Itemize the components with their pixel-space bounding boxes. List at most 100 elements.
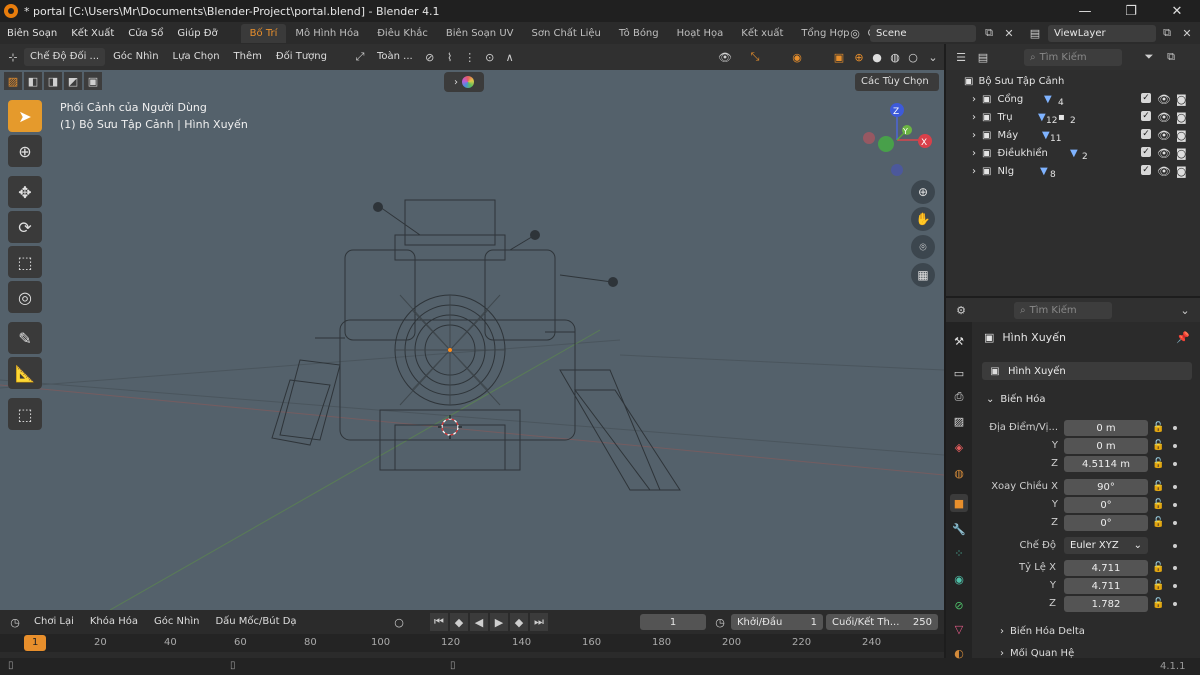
scene-icon[interactable]: ◎ bbox=[846, 24, 864, 42]
new-viewlayer-icon[interactable]: ⧉ bbox=[1158, 24, 1176, 42]
tab-animation[interactable]: Hoạt Họa bbox=[668, 24, 733, 43]
clock-icon[interactable]: ◷ bbox=[711, 613, 729, 631]
transform-tool-button[interactable]: ◎ bbox=[8, 281, 42, 313]
camera-icon[interactable]: ◙ bbox=[1176, 91, 1187, 109]
exclude-checkbox[interactable]: ✓ bbox=[1141, 111, 1151, 121]
view-layer-tab-icon[interactable]: ▨ bbox=[950, 412, 968, 430]
add-cube-tool-button[interactable]: ⬚ bbox=[8, 398, 42, 430]
gizmo-neg-z-axis[interactable] bbox=[891, 164, 903, 176]
move-tool-button[interactable]: ✥ bbox=[8, 176, 42, 208]
minimize-button[interactable]: — bbox=[1062, 0, 1108, 22]
delta-transform-panel-header[interactable]: › Biến Hóa Delta bbox=[1000, 626, 1085, 637]
tab-uv-editing[interactable]: Biên Soạn UV bbox=[437, 24, 523, 43]
world-tab-icon[interactable]: ◍ bbox=[950, 464, 968, 482]
menu-render[interactable]: Kết Xuất bbox=[64, 28, 121, 39]
camera-view-button[interactable]: ⌾ bbox=[911, 235, 935, 259]
menu-select[interactable]: Lựa Chọn bbox=[167, 48, 226, 66]
snap-icon[interactable]: ⌇ bbox=[441, 48, 459, 66]
measure-tool-button[interactable]: 📐 bbox=[8, 357, 42, 389]
transform-orientation-dropdown[interactable]: Toàn ... bbox=[371, 48, 419, 66]
tool-settings-popover[interactable]: › bbox=[444, 72, 484, 92]
select-invert-icon[interactable]: ◩ bbox=[64, 72, 82, 90]
select-extend-icon[interactable]: ◧ bbox=[24, 72, 42, 90]
outliner-search-input[interactable]: ⌕ Tìm Kiếm bbox=[1024, 48, 1122, 66]
camera-icon[interactable]: ◙ bbox=[1176, 127, 1187, 145]
select-intersect-icon[interactable]: ▣ bbox=[84, 72, 102, 90]
overlay-toggle-icon[interactable]: ◉ bbox=[788, 48, 806, 66]
lock-icon[interactable]: 🔓 bbox=[1152, 422, 1164, 434]
menu-help[interactable]: Giúp Đỡ bbox=[170, 28, 224, 39]
shading-options-icon[interactable]: ⌄ bbox=[924, 48, 942, 66]
location-x-field[interactable]: 0 m bbox=[1064, 420, 1148, 436]
camera-icon[interactable]: ◙ bbox=[1176, 163, 1187, 181]
keyframe-dot[interactable] bbox=[1173, 544, 1177, 548]
select-new-icon[interactable]: ▨ bbox=[4, 72, 22, 90]
options-dropdown[interactable]: Các Tùy Chọn bbox=[855, 73, 939, 91]
ortho-toggle-button[interactable]: ▦ bbox=[911, 263, 935, 287]
object-name-field[interactable]: ▣ Hình Xuyến bbox=[982, 362, 1192, 380]
location-y-field[interactable]: 0 m bbox=[1064, 438, 1148, 454]
keyframe-dot[interactable] bbox=[1173, 584, 1177, 588]
snap-toggle-icon[interactable]: ⋮ bbox=[461, 48, 479, 66]
relations-panel-header[interactable]: › Mối Quan Hệ bbox=[1000, 648, 1074, 658]
tab-rendering[interactable]: Kết xuất bbox=[732, 24, 792, 43]
tab-texture-paint[interactable]: Sơn Chất Liệu bbox=[522, 24, 609, 43]
eye-icon[interactable]: 👁 bbox=[1157, 109, 1171, 127]
3d-viewport[interactable]: Z X Y Phối Cảnh của Người Dùng (1) Bộ Sư… bbox=[0, 70, 944, 610]
scene-tab-icon[interactable]: ◈ bbox=[950, 438, 968, 456]
scale-z-field[interactable]: 1.782 bbox=[1064, 596, 1148, 612]
select-subtract-icon[interactable]: ◨ bbox=[44, 72, 62, 90]
keyframe-dot[interactable] bbox=[1173, 444, 1177, 448]
eye-icon[interactable]: 👁 bbox=[1157, 127, 1171, 145]
jump-start-icon[interactable]: ⏮ bbox=[430, 613, 448, 631]
next-keyframe-icon[interactable]: ◆ bbox=[510, 613, 528, 631]
lock-icon[interactable]: 🔓 bbox=[1152, 458, 1164, 470]
play-icon[interactable]: ▶ bbox=[490, 613, 508, 631]
eye-icon[interactable]: 👁 bbox=[1157, 91, 1171, 109]
exclude-checkbox[interactable]: ✓ bbox=[1141, 165, 1151, 175]
properties-search-input[interactable]: ⌕ Tìm Kiếm bbox=[1014, 301, 1112, 319]
keyframe-dot[interactable] bbox=[1173, 602, 1177, 606]
proportional-edit-icon[interactable]: ⊙ bbox=[481, 48, 499, 66]
annotate-tool-button[interactable]: ✎ bbox=[8, 322, 42, 354]
select-tool-button[interactable]: ➤ bbox=[8, 100, 42, 132]
output-tab-icon[interactable]: ⎙ bbox=[950, 388, 968, 406]
keyframe-dot[interactable] bbox=[1173, 566, 1177, 570]
wireframe-shading-icon[interactable]: ⊕ bbox=[850, 48, 868, 66]
constraints-tab-icon[interactable]: ⊘ bbox=[950, 596, 968, 614]
playback-menu[interactable]: Chơi Lại bbox=[28, 613, 80, 631]
outliner-editor-icon[interactable]: ☰ bbox=[952, 48, 970, 66]
display-mode-icon[interactable]: ▤ bbox=[974, 48, 992, 66]
pan-button[interactable]: ✋ bbox=[911, 207, 935, 231]
scene-selector[interactable]: Scene bbox=[870, 25, 976, 42]
lock-icon[interactable]: 🔓 bbox=[1152, 598, 1164, 610]
timeline-view-menu[interactable]: Góc Nhìn bbox=[148, 613, 205, 631]
keyframe-dot[interactable] bbox=[1173, 462, 1177, 466]
camera-icon[interactable]: ◙ bbox=[1176, 145, 1187, 163]
marker-menu[interactable]: Dấu Mốc/Bút Dạ bbox=[209, 613, 302, 631]
scale-y-field[interactable]: 4.711 bbox=[1064, 578, 1148, 594]
xray-toggle-icon[interactable]: ▣ bbox=[830, 48, 848, 66]
eye-icon[interactable]: 👁 bbox=[1157, 163, 1171, 181]
start-frame-field[interactable]: Khởi/Đầu 1 bbox=[731, 614, 823, 630]
current-frame-field[interactable]: 1 bbox=[640, 614, 706, 630]
rotation-y-field[interactable]: 0° bbox=[1064, 497, 1148, 513]
visibility-icon[interactable]: 👁 bbox=[716, 48, 734, 66]
pin-icon[interactable]: 📌 bbox=[1176, 331, 1190, 344]
tab-layout[interactable]: Bố Trí bbox=[240, 23, 287, 43]
auto-keying-icon[interactable]: ○ bbox=[390, 613, 408, 631]
restore-button[interactable]: ❐ bbox=[1108, 0, 1154, 22]
rotate-tool-button[interactable]: ⟳ bbox=[8, 211, 42, 243]
material-shading-icon[interactable]: ◍ bbox=[886, 48, 904, 66]
solid-shading-icon[interactable]: ● bbox=[868, 48, 886, 66]
exclude-checkbox[interactable]: ✓ bbox=[1141, 147, 1151, 157]
prev-keyframe-icon[interactable]: ◆ bbox=[450, 613, 468, 631]
eye-icon[interactable]: 👁 bbox=[1157, 145, 1171, 163]
scale-x-field[interactable]: 4.711 bbox=[1064, 560, 1148, 576]
keyframe-dot[interactable] bbox=[1173, 521, 1177, 525]
tool-tab-icon[interactable]: ⚒ bbox=[950, 332, 968, 350]
gizmo-neg-y-axis[interactable] bbox=[878, 136, 894, 152]
frame-ruler[interactable]: 1 20 40 60 80 100 120 140 160 180 200 22… bbox=[0, 634, 944, 652]
cursor-tool-button[interactable]: ⊕ bbox=[8, 135, 42, 167]
rendered-shading-icon[interactable]: ○ bbox=[904, 48, 922, 66]
